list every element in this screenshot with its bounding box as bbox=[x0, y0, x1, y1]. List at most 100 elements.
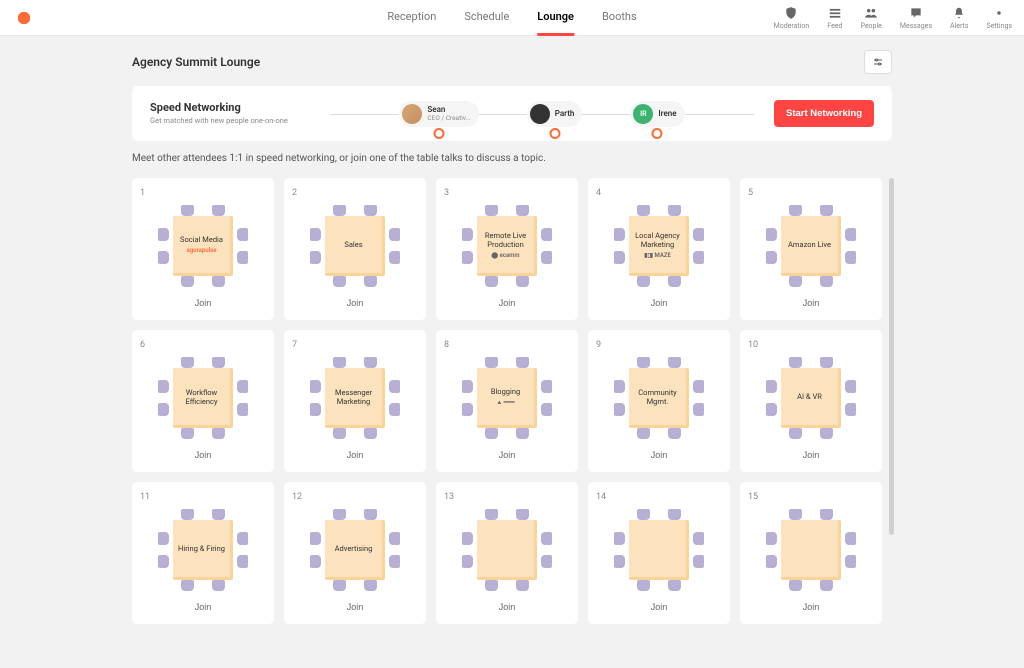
chair-icon bbox=[614, 532, 625, 545]
join-button[interactable]: Join bbox=[651, 298, 668, 308]
table-visual: Blogging ▲ ━━━ bbox=[461, 356, 553, 440]
chair-icon bbox=[820, 428, 833, 439]
chair-icon bbox=[614, 380, 625, 393]
nav-tab-schedule[interactable]: Schedule bbox=[464, 0, 509, 36]
join-button[interactable]: Join bbox=[499, 450, 516, 460]
chair-icon bbox=[310, 532, 321, 545]
chair-icon bbox=[310, 380, 321, 393]
chair-icon bbox=[614, 251, 625, 264]
person-chip[interactable]: Parth bbox=[527, 101, 583, 127]
scrollbar[interactable] bbox=[889, 178, 894, 535]
table-number: 7 bbox=[292, 340, 297, 350]
people-icon bbox=[864, 6, 878, 20]
nav-settings[interactable]: Settings bbox=[986, 6, 1012, 30]
filter-button[interactable] bbox=[864, 50, 892, 74]
chair-icon bbox=[820, 580, 833, 591]
join-button[interactable]: Join bbox=[803, 298, 820, 308]
chair-icon bbox=[364, 428, 377, 439]
chair-icon bbox=[516, 357, 529, 368]
chair-icon bbox=[637, 357, 650, 368]
chair-icon bbox=[820, 357, 833, 368]
nav-icon-label: Alerts bbox=[950, 22, 968, 30]
chair-icon bbox=[668, 357, 681, 368]
nav-tab-reception[interactable]: Reception bbox=[387, 0, 436, 36]
join-button[interactable]: Join bbox=[195, 602, 212, 612]
join-button[interactable]: Join bbox=[499, 602, 516, 612]
table-sponsor: ▲ ━━━ bbox=[496, 399, 514, 406]
table-top: Messenger Marketing bbox=[325, 368, 385, 428]
chair-icon bbox=[637, 276, 650, 287]
join-button[interactable]: Join bbox=[651, 602, 668, 612]
chair-icon bbox=[237, 251, 248, 264]
chair-icon bbox=[158, 228, 169, 241]
chair-icon bbox=[462, 403, 473, 416]
chair-icon bbox=[333, 580, 346, 591]
table-number: 2 bbox=[292, 188, 297, 198]
chair-icon bbox=[637, 580, 650, 591]
join-button[interactable]: Join bbox=[195, 450, 212, 460]
avatar: IR bbox=[633, 104, 653, 124]
chair-icon bbox=[789, 276, 802, 287]
join-button[interactable]: Join bbox=[803, 450, 820, 460]
join-button[interactable]: Join bbox=[803, 602, 820, 612]
chair-icon bbox=[668, 509, 681, 520]
chair-icon bbox=[485, 357, 498, 368]
table-label: Hiring & Firing bbox=[178, 544, 225, 553]
nav-icon-label: Feed bbox=[827, 22, 842, 30]
table-card: 7 Messenger Marketing Join bbox=[284, 330, 426, 472]
join-button[interactable]: Join bbox=[651, 450, 668, 460]
person-chip[interactable]: IRIrene bbox=[630, 101, 684, 127]
start-networking-button[interactable]: Start Networking bbox=[774, 100, 874, 127]
chair-icon bbox=[541, 555, 552, 568]
chair-icon bbox=[212, 580, 225, 591]
join-button[interactable]: Join bbox=[347, 602, 364, 612]
join-button[interactable]: Join bbox=[347, 450, 364, 460]
chair-icon bbox=[485, 428, 498, 439]
chair-icon bbox=[637, 428, 650, 439]
table-number: 14 bbox=[596, 492, 606, 502]
nav-people[interactable]: People bbox=[860, 6, 881, 30]
nav-messages[interactable]: Messages bbox=[900, 6, 932, 30]
chair-icon bbox=[310, 555, 321, 568]
chair-icon bbox=[333, 428, 346, 439]
join-button[interactable]: Join bbox=[195, 298, 212, 308]
table-card: 3Remote Live Production⬤ ecammJoin bbox=[436, 178, 578, 320]
table-visual: Sales bbox=[309, 204, 401, 288]
nav-right: Moderation Feed People Messages Alerts Settin… bbox=[774, 6, 1012, 30]
nav-tab-booths[interactable]: Booths bbox=[602, 0, 637, 36]
speed-networking-info: Speed Networking Get matched with new pe… bbox=[150, 101, 310, 126]
chair-icon bbox=[237, 532, 248, 545]
chair-icon bbox=[389, 251, 400, 264]
chair-icon bbox=[766, 532, 777, 545]
chair-icon bbox=[693, 251, 704, 264]
chair-icon bbox=[516, 205, 529, 216]
chair-icon bbox=[789, 428, 802, 439]
chair-icon bbox=[516, 509, 529, 520]
nav-alerts[interactable]: Alerts bbox=[950, 6, 968, 30]
nav-feed[interactable]: Feed bbox=[827, 6, 842, 30]
join-button[interactable]: Join bbox=[347, 298, 364, 308]
chair-icon bbox=[541, 532, 552, 545]
chair-icon bbox=[541, 403, 552, 416]
chair-icon bbox=[845, 555, 856, 568]
table-card: 5Amazon LiveJoin bbox=[740, 178, 882, 320]
chair-icon bbox=[462, 555, 473, 568]
nav-moderation[interactable]: Moderation bbox=[774, 6, 810, 30]
chair-icon bbox=[766, 555, 777, 568]
bell-icon bbox=[952, 6, 966, 20]
table-number: 13 bbox=[444, 492, 454, 502]
table-label: Blogging bbox=[491, 387, 520, 396]
chair-icon bbox=[845, 380, 856, 393]
chair-icon bbox=[637, 509, 650, 520]
person-chip[interactable]: SeanCEO / Creativ... bbox=[399, 101, 478, 127]
table-visual bbox=[461, 508, 553, 592]
logo bbox=[12, 8, 36, 28]
speed-networking-card: Speed Networking Get matched with new pe… bbox=[132, 86, 892, 141]
table-label: Messenger Marketing bbox=[329, 388, 378, 406]
nav-tab-lounge[interactable]: Lounge bbox=[537, 0, 574, 36]
chair-icon bbox=[766, 380, 777, 393]
nav-center: Reception Schedule Lounge Booths bbox=[387, 0, 636, 36]
join-button[interactable]: Join bbox=[499, 298, 516, 308]
table-label: Workflow Efficiency bbox=[177, 388, 226, 406]
chair-icon bbox=[389, 380, 400, 393]
